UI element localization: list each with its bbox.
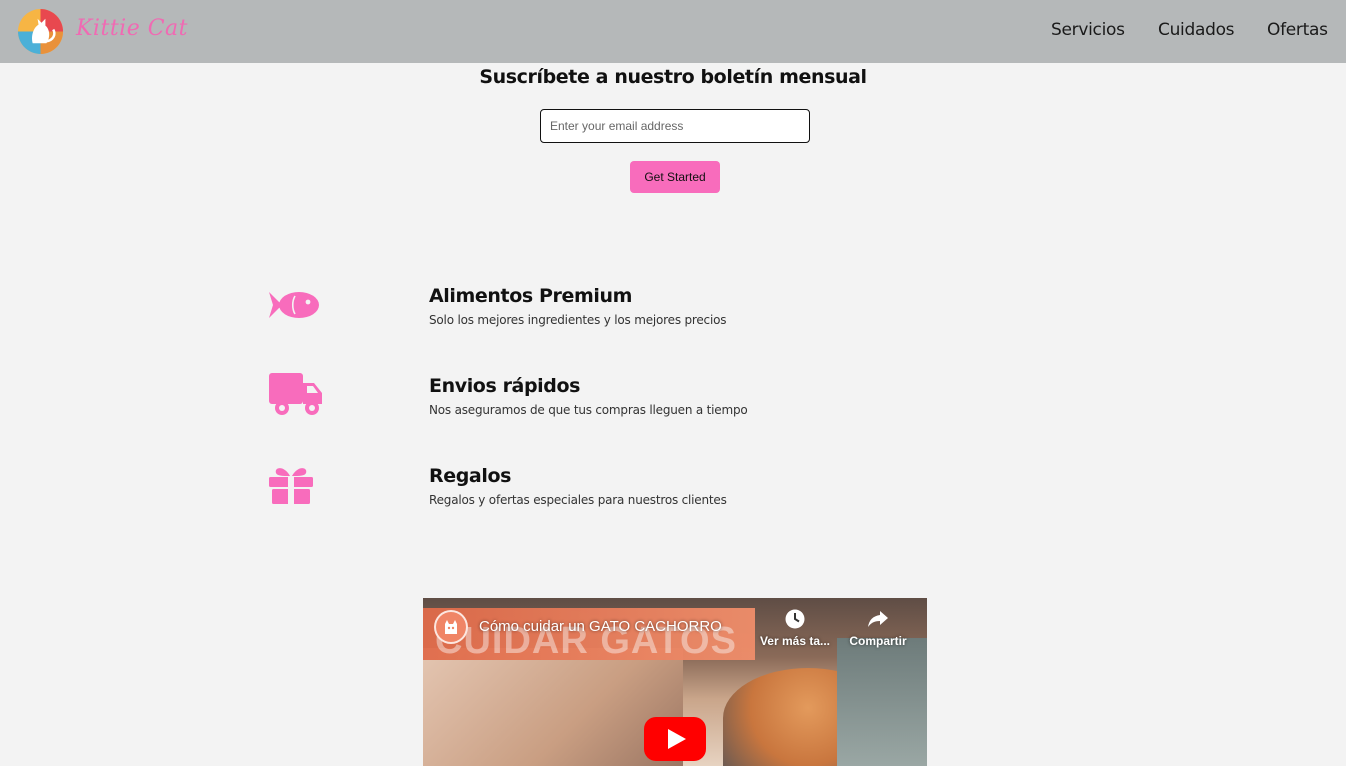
watch-later-button[interactable]: Ver más ta... — [757, 608, 833, 648]
play-icon[interactable] — [644, 717, 706, 761]
feature-title: Alimentos Premium — [429, 285, 633, 307]
video-title[interactable]: Cómo cuidar un GATO CACHORRO — [479, 618, 722, 635]
kittie-cat-logo[interactable] — [17, 8, 64, 55]
newsletter-title: Suscríbete a nuestro boletín mensual — [479, 66, 867, 88]
fish-icon — [269, 292, 319, 318]
email-input[interactable] — [540, 109, 810, 143]
clock-icon — [785, 609, 805, 629]
feature-description: Nos aseguramos de que tus compras llegue… — [429, 403, 748, 417]
cat-icon — [445, 620, 457, 634]
feature-description: Solo los mejores ingredientes y los mejo… — [429, 313, 727, 327]
nav-link-servicios[interactable]: Servicios — [1051, 20, 1125, 40]
nav-link-cuidados[interactable]: Cuidados — [1158, 20, 1235, 40]
feature-title: Regalos — [429, 465, 512, 487]
feature-title: Envios rápidos — [429, 375, 581, 397]
brand-name[interactable]: Kittie Cat — [76, 16, 188, 41]
nav-link-ofertas[interactable]: Ofertas — [1267, 20, 1328, 40]
gift-icon — [269, 468, 313, 504]
truck-icon — [269, 373, 322, 415]
share-icon — [868, 611, 888, 627]
share-label: Compartir — [849, 634, 907, 648]
get-started-button[interactable]: Get Started — [630, 161, 720, 193]
watch-later-label: Ver más ta... — [759, 634, 831, 648]
video-thumbnail-background — [837, 638, 927, 766]
channel-avatar[interactable] — [434, 610, 468, 644]
youtube-video-embed[interactable]: CUIDAR GATOS Cómo cuidar un GATO CACHORR… — [423, 598, 927, 766]
navbar: Kittie Cat Servicios Cuidados Ofertas — [0, 0, 1346, 63]
feature-description: Regalos y ofertas especiales para nuestr… — [429, 493, 727, 507]
share-button[interactable]: Compartir — [840, 608, 916, 648]
